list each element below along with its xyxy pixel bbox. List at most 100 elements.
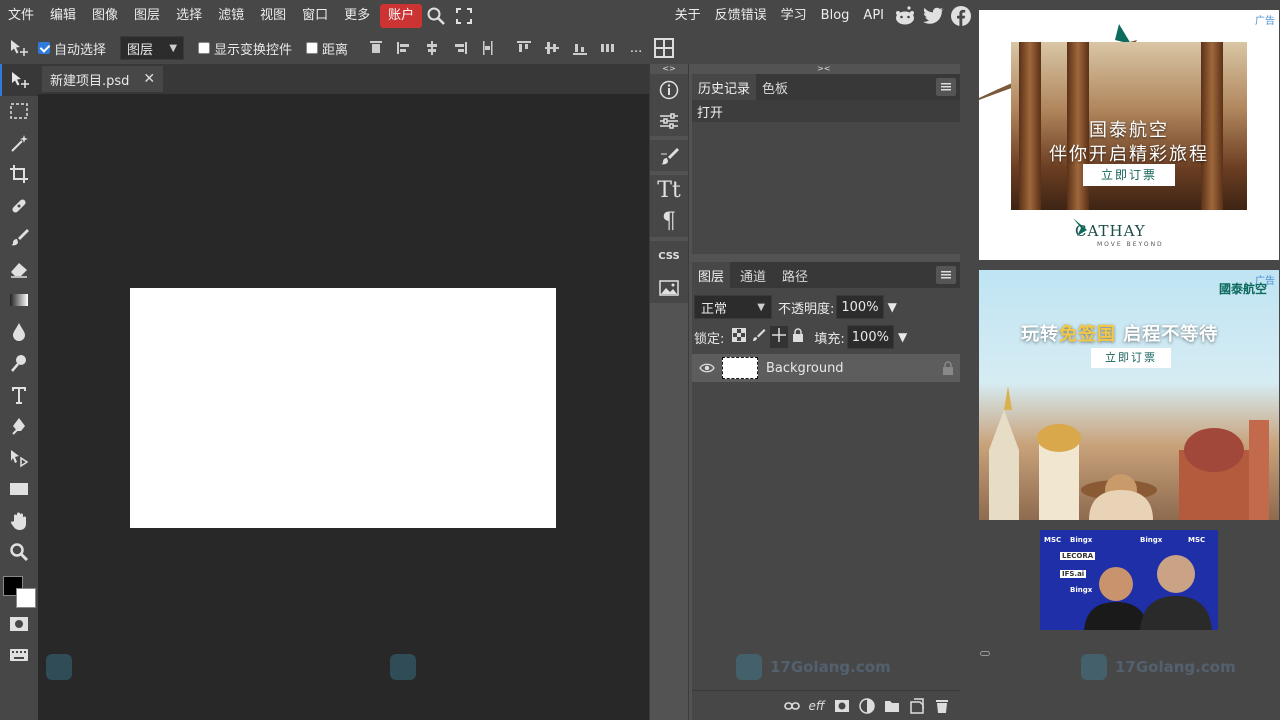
checkbox-unchecked-icon[interactable]: [306, 42, 319, 54]
quick-mask-icon[interactable]: [0, 608, 38, 640]
checkbox-checked-icon[interactable]: [38, 42, 50, 54]
opacity-input[interactable]: 100%: [836, 295, 884, 319]
menu-more[interactable]: 更多: [336, 4, 378, 28]
ad1-book-button[interactable]: 立即订票: [1083, 164, 1175, 186]
pen-tool[interactable]: [0, 411, 38, 443]
blur-tool[interactable]: [0, 316, 38, 348]
auto-select-checkbox[interactable]: 自动选择: [38, 39, 106, 58]
gradient-tool[interactable]: [0, 285, 38, 317]
align-left-icon[interactable]: [390, 36, 418, 60]
document-tab[interactable]: 新建项目.psd ✕: [42, 66, 164, 92]
search-icon[interactable]: [422, 4, 450, 28]
fill-dropdown-icon[interactable]: ▼: [898, 330, 907, 344]
align-center-h-icon[interactable]: [418, 36, 446, 60]
tab-layers[interactable]: 图层: [692, 262, 731, 288]
adjustment-layer-icon[interactable]: [854, 694, 879, 718]
css-icon[interactable]: CSS: [650, 241, 688, 272]
tab-history[interactable]: 历史记录: [692, 74, 757, 100]
dodge-tool[interactable]: [0, 348, 38, 380]
document-canvas[interactable]: [130, 288, 556, 528]
menu-api[interactable]: API: [856, 4, 891, 28]
zoom-tool[interactable]: [0, 537, 38, 569]
checkbox-unchecked-icon[interactable]: [198, 42, 211, 54]
menu-select[interactable]: 选择: [168, 4, 210, 28]
marquee-tool[interactable]: [0, 96, 38, 128]
history-entry[interactable]: 打开: [692, 100, 960, 122]
eraser-tool[interactable]: [0, 253, 38, 285]
align-middle-icon[interactable]: [538, 36, 566, 60]
healing-brush-tool[interactable]: [0, 190, 38, 222]
ad-cathay-1[interactable]: 广告 国泰航空 伴你开启精彩旅程 立即订票 CATHAY MOVE BEYOND: [979, 10, 1279, 260]
tab-paths[interactable]: 路径: [776, 262, 814, 288]
new-layer-icon[interactable]: [904, 694, 929, 718]
reddit-icon[interactable]: [891, 4, 919, 28]
align-right-icon[interactable]: [446, 36, 474, 60]
crop-tool[interactable]: [0, 159, 38, 191]
lock-all-icon[interactable]: [792, 328, 804, 346]
ad-cathay-2[interactable]: 广告 國泰航空 玩转免签国 启程不等待 立即订票: [979, 270, 1279, 520]
color-swatches[interactable]: [0, 568, 38, 608]
move-tool-icon[interactable]: [0, 38, 38, 58]
lock-position-icon[interactable]: [770, 326, 789, 348]
fullscreen-icon[interactable]: [450, 4, 478, 28]
distribute-h-icon[interactable]: [474, 36, 502, 60]
layer-row[interactable]: Background: [692, 354, 960, 382]
delete-layer-icon[interactable]: [929, 694, 954, 718]
fill-input[interactable]: 100%: [846, 325, 894, 349]
info-icon[interactable]: [650, 74, 688, 105]
keyboard-icon[interactable]: [0, 640, 38, 672]
character-icon[interactable]: Tt: [650, 175, 688, 206]
type-tool[interactable]: [0, 379, 38, 411]
hand-tool[interactable]: [0, 505, 38, 537]
menu-learn[interactable]: 学习: [774, 4, 814, 28]
panel-menu-icon[interactable]: [936, 266, 956, 284]
menu-filter[interactable]: 滤镜: [210, 4, 252, 28]
menu-about[interactable]: 关于: [668, 4, 708, 28]
grid-icon[interactable]: [650, 36, 678, 60]
menu-account[interactable]: 账户: [380, 4, 423, 28]
layer-effects-icon[interactable]: eff: [804, 694, 829, 718]
brush-tool[interactable]: [0, 222, 38, 254]
ad-video[interactable]: MSC Bingx Bingx MSC LECORA IFS.ai Bingx: [1040, 530, 1218, 630]
menu-window[interactable]: 窗口: [294, 4, 336, 28]
twitter-icon[interactable]: [919, 4, 947, 28]
eye-icon[interactable]: [696, 363, 718, 373]
align-top-edge-icon[interactable]: [510, 36, 538, 60]
paragraph-icon[interactable]: ¶: [650, 206, 688, 237]
link-layers-icon[interactable]: [779, 694, 804, 718]
lock-transparency-icon[interactable]: [732, 328, 747, 346]
distance-checkbox[interactable]: 距离: [306, 39, 348, 58]
add-mask-icon[interactable]: [829, 694, 854, 718]
tab-channels[interactable]: 通道: [730, 262, 776, 288]
menu-blog[interactable]: Blog: [814, 4, 857, 28]
align-top-icon[interactable]: [362, 36, 390, 60]
menu-edit[interactable]: 编辑: [42, 4, 84, 28]
tab-swatches[interactable]: 色板: [756, 74, 794, 100]
collapse-arrows-right[interactable]: ><: [817, 64, 830, 74]
menu-report-bug[interactable]: 反馈错误: [708, 4, 774, 28]
magic-wand-tool[interactable]: [0, 127, 38, 159]
blend-mode-dropdown[interactable]: 正常 ▼: [694, 295, 772, 319]
menu-layer[interactable]: 图层: [126, 4, 168, 28]
brush-settings-icon[interactable]: [650, 140, 688, 171]
new-group-icon[interactable]: [879, 694, 904, 718]
adjustments-icon[interactable]: [650, 105, 688, 136]
image-icon[interactable]: [650, 272, 688, 303]
collapse-arrows[interactable]: <>: [650, 64, 688, 74]
menu-image[interactable]: 图像: [84, 4, 126, 28]
collapse-pill-icon[interactable]: [980, 651, 990, 656]
show-transform-checkbox[interactable]: 显示变换控件: [198, 39, 292, 58]
facebook-icon[interactable]: [947, 4, 975, 28]
auto-select-target-dropdown[interactable]: 图层 ▼: [120, 36, 185, 60]
lock-pixels-icon[interactable]: [752, 328, 766, 346]
align-bottom-icon[interactable]: [566, 36, 594, 60]
menu-file[interactable]: 文件: [0, 4, 42, 28]
ad2-book-button[interactable]: 立即订票: [1091, 348, 1171, 368]
menu-view[interactable]: 视图: [252, 4, 294, 28]
path-select-tool[interactable]: [0, 442, 38, 474]
more-options-icon[interactable]: ...: [622, 36, 650, 60]
panel-menu-icon[interactable]: [936, 78, 956, 96]
background-color-swatch[interactable]: [16, 588, 36, 608]
move-tool[interactable]: [0, 64, 38, 96]
close-icon[interactable]: ✕: [143, 71, 155, 87]
